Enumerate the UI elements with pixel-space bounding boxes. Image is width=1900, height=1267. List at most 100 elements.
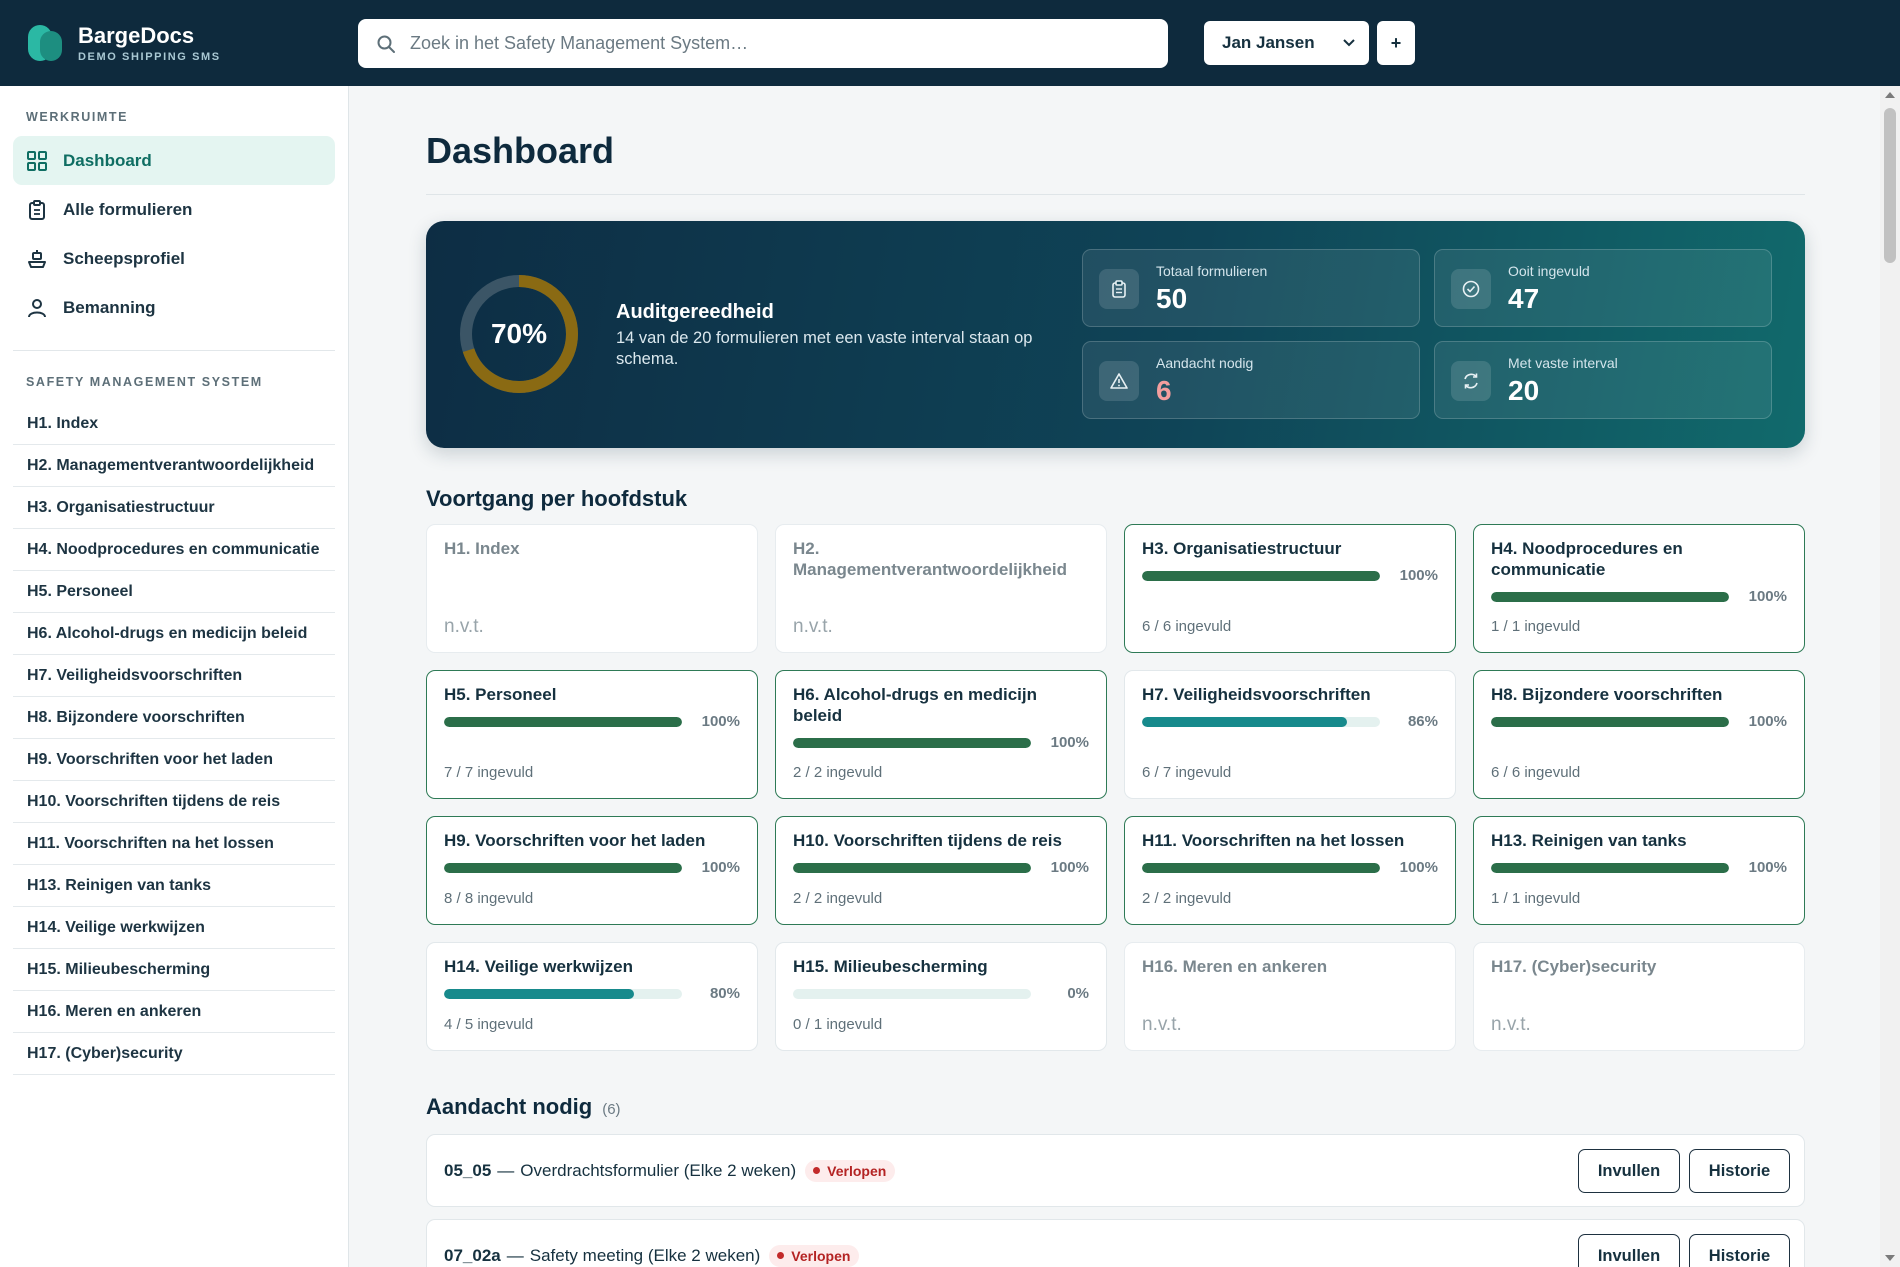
- chapter-progress-card[interactable]: H16. Meren en ankeren n.v.t.: [1124, 942, 1456, 1051]
- filled-count: 2 / 2 ingevuld: [793, 764, 883, 781]
- not-applicable-label: n.v.t.: [1142, 1014, 1182, 1035]
- sidebar-chapter-item[interactable]: H6. Alcohol-drugs en medicijn beleid: [13, 613, 335, 655]
- chapter-progress-grid: H1. Index n.v.t. H2. Managementverantwoord…: [426, 524, 1805, 1051]
- progress-percent: 100%: [701, 859, 740, 876]
- chapter-title: H15. Milieubescherming: [793, 957, 988, 976]
- sidebar-item-forms[interactable]: Alle formulieren: [13, 185, 335, 234]
- sidebar-item-crew[interactable]: Bemanning: [13, 283, 335, 332]
- sidebar-chapter-item[interactable]: H9. Voorschriften voor het laden: [13, 739, 335, 781]
- sidebar-chapter-item[interactable]: H1. Index: [13, 403, 335, 445]
- chevron-down-icon: [1343, 39, 1355, 47]
- scroll-down-icon[interactable]: [1885, 1255, 1895, 1261]
- user-select[interactable]: Jan Jansen: [1204, 21, 1369, 65]
- chapter-progress-card[interactable]: H11. Voorschriften na het lossen 100% 2 / …: [1124, 816, 1456, 925]
- page-scrollbar[interactable]: [1880, 86, 1900, 1267]
- sidebar-item-ship-profile[interactable]: Scheepsprofiel: [13, 234, 335, 283]
- chapter-progress-card[interactable]: H17. (Cyber)security n.v.t.: [1473, 942, 1805, 1051]
- sidebar-chapter-item[interactable]: H3. Organisatiestructuur: [13, 487, 335, 529]
- chapter-title: H2. Managementverantwoordelijkheid: [793, 539, 1067, 579]
- chapter-progress-card[interactable]: H6. Alcohol-drugs en medicijn beleid 100%…: [775, 670, 1107, 799]
- add-button[interactable]: +: [1377, 21, 1415, 65]
- progress-percent: 86%: [1407, 713, 1438, 730]
- form-name: Safety meeting (Elke 2 weken): [529, 1245, 761, 1265]
- scroll-up-icon[interactable]: [1885, 92, 1895, 98]
- progress-bar: [444, 862, 682, 873]
- user-name: Jan Jansen: [1222, 33, 1315, 52]
- audit-readiness-panel: 70% Auditgereedheid 14 van de 20 formuli…: [426, 221, 1805, 448]
- chapter-title: H11. Voorschriften na het lossen: [1142, 831, 1405, 850]
- sidebar-chapter-item[interactable]: H13. Reinigen van tanks: [13, 865, 335, 907]
- brand-subtitle: DEMO SHIPPING SMS: [78, 50, 221, 63]
- sidebar-chapter-item[interactable]: H17. (Cyber)security: [13, 1033, 335, 1075]
- history-button[interactable]: Historie: [1689, 1149, 1790, 1193]
- sidebar-item-label: Bemanning: [63, 297, 156, 317]
- progress-bar-fill: [444, 862, 682, 873]
- progress-bar-fill: [1142, 862, 1380, 873]
- progress-percent: 100%: [1399, 859, 1438, 876]
- fill-in-button[interactable]: Invullen: [1578, 1149, 1680, 1193]
- chapter-progress-card[interactable]: H8. Bijzondere voorschriften 100% 6 / 6 in…: [1473, 670, 1805, 799]
- progress-bar: [1142, 716, 1380, 727]
- sidebar-item-label: Scheepsprofiel: [63, 248, 185, 268]
- top-bar: BargeDocs DEMO SHIPPING SMS Jan Jansen +: [0, 0, 1900, 86]
- chapter-title: H10. Voorschriften tijdens de reis: [793, 831, 1062, 850]
- filled-count: 1 / 1 ingevuld: [1491, 618, 1581, 635]
- chapter-progress-card[interactable]: H9. Voorschriften voor het laden 100% 8 / …: [426, 816, 758, 925]
- attention-section-title: Aandacht nodig: [426, 1094, 593, 1119]
- separator: —: [506, 1245, 524, 1265]
- progress-bar: [1142, 570, 1380, 581]
- chapter-progress-card[interactable]: H1. Index n.v.t.: [426, 524, 758, 653]
- sidebar: WERKRUIMTE Dashboard Alle formulieren Sc…: [0, 86, 349, 1267]
- sidebar-divider: [13, 350, 335, 351]
- search-input[interactable]: [410, 33, 1130, 54]
- status-badge: Verlopen: [769, 1244, 860, 1267]
- progress-percent: 80%: [709, 985, 740, 1002]
- history-button[interactable]: Historie: [1689, 1234, 1790, 1267]
- sidebar-item-dashboard[interactable]: Dashboard: [13, 136, 335, 185]
- check-circle-icon: [1462, 280, 1480, 298]
- sidebar-chapter-item[interactable]: H16. Meren en ankeren: [13, 991, 335, 1033]
- chapter-progress-card[interactable]: H3. Organisatiestructuur 100% 6 / 6 ingevu…: [1124, 524, 1456, 653]
- chapter-title: H3. Organisatiestructuur: [1142, 539, 1342, 558]
- sidebar-chapter-item[interactable]: H10. Voorschriften tijdens de reis: [13, 781, 335, 823]
- attention-row: 07_02a — Safety meeting (Elke 2 weken) V…: [426, 1219, 1805, 1267]
- sidebar-chapter-item[interactable]: H4. Noodprocedures en communicatie: [13, 529, 335, 571]
- chapter-progress-card[interactable]: H15. Milieubescherming 0% 0 / 1 ingevuld: [775, 942, 1107, 1051]
- stat-value: 50: [1156, 283, 1188, 314]
- chapter-progress-card[interactable]: H10. Voorschriften tijdens de reis 100% 2 …: [775, 816, 1107, 925]
- brand[interactable]: BargeDocs DEMO SHIPPING SMS: [26, 23, 356, 63]
- progress-bar: [793, 862, 1031, 873]
- status-badge-label: Verlopen: [827, 1162, 887, 1179]
- progress-percent: 100%: [1050, 859, 1089, 876]
- sidebar-chapter-item[interactable]: H14. Veilige werkwijzen: [13, 907, 335, 949]
- progress-bar-row: 100%: [1491, 713, 1787, 730]
- search-bar[interactable]: [358, 19, 1168, 68]
- sidebar-chapter-item[interactable]: H2. Managementverantwoordelijkheid: [13, 445, 335, 487]
- sidebar-heading-sms: SAFETY MANAGEMENT SYSTEM: [26, 375, 263, 389]
- sidebar-chapter-item[interactable]: H15. Milieubescherming: [13, 949, 335, 991]
- chapter-progress-card[interactable]: H4. Noodprocedures en communicatie 100% 1 …: [1473, 524, 1805, 653]
- chapter-progress-card[interactable]: H5. Personeel 100% 7 / 7 ingevuld: [426, 670, 758, 799]
- scroll-thumb[interactable]: [1884, 108, 1896, 263]
- fill-in-button[interactable]: Invullen: [1578, 1234, 1680, 1267]
- progress-bar-row: 100%: [1142, 859, 1438, 876]
- not-applicable-label: n.v.t.: [793, 616, 833, 637]
- chapter-progress-card[interactable]: H13. Reinigen van tanks 100% 1 / 1 ingevul…: [1473, 816, 1805, 925]
- filled-count: 8 / 8 ingevuld: [444, 890, 534, 907]
- chapter-progress-card[interactable]: H14. Veilige werkwijzen 80% 4 / 5 ingevuld: [426, 942, 758, 1051]
- stat-label: Totaal formulieren: [1156, 263, 1268, 279]
- stat-value: 47: [1508, 283, 1540, 314]
- sidebar-chapter-item[interactable]: H7. Veiligheidsvoorschriften: [13, 655, 335, 697]
- chapter-progress-card[interactable]: H7. Veiligheidsvoorschriften 86% 6 / 7 ing…: [1124, 670, 1456, 799]
- sidebar-chapter-item[interactable]: H11. Voorschriften na het lossen: [13, 823, 335, 865]
- progress-bar-row: 100%: [793, 859, 1089, 876]
- progress-bar: [1491, 591, 1729, 602]
- stat-attention-needed: Aandacht nodig 6: [1082, 341, 1420, 419]
- audit-title: Auditgereedheid: [616, 301, 774, 323]
- sidebar-chapter-item[interactable]: H8. Bijzondere voorschriften: [13, 697, 335, 739]
- chapter-progress-card[interactable]: H2. Managementverantwoordelijkheid n.v.t.: [775, 524, 1107, 653]
- attention-count: (6): [602, 1101, 621, 1118]
- sidebar-chapter-item[interactable]: H5. Personeel: [13, 571, 335, 613]
- warning-icon: [1110, 373, 1128, 389]
- progress-bar-row: 100%: [1491, 859, 1787, 876]
